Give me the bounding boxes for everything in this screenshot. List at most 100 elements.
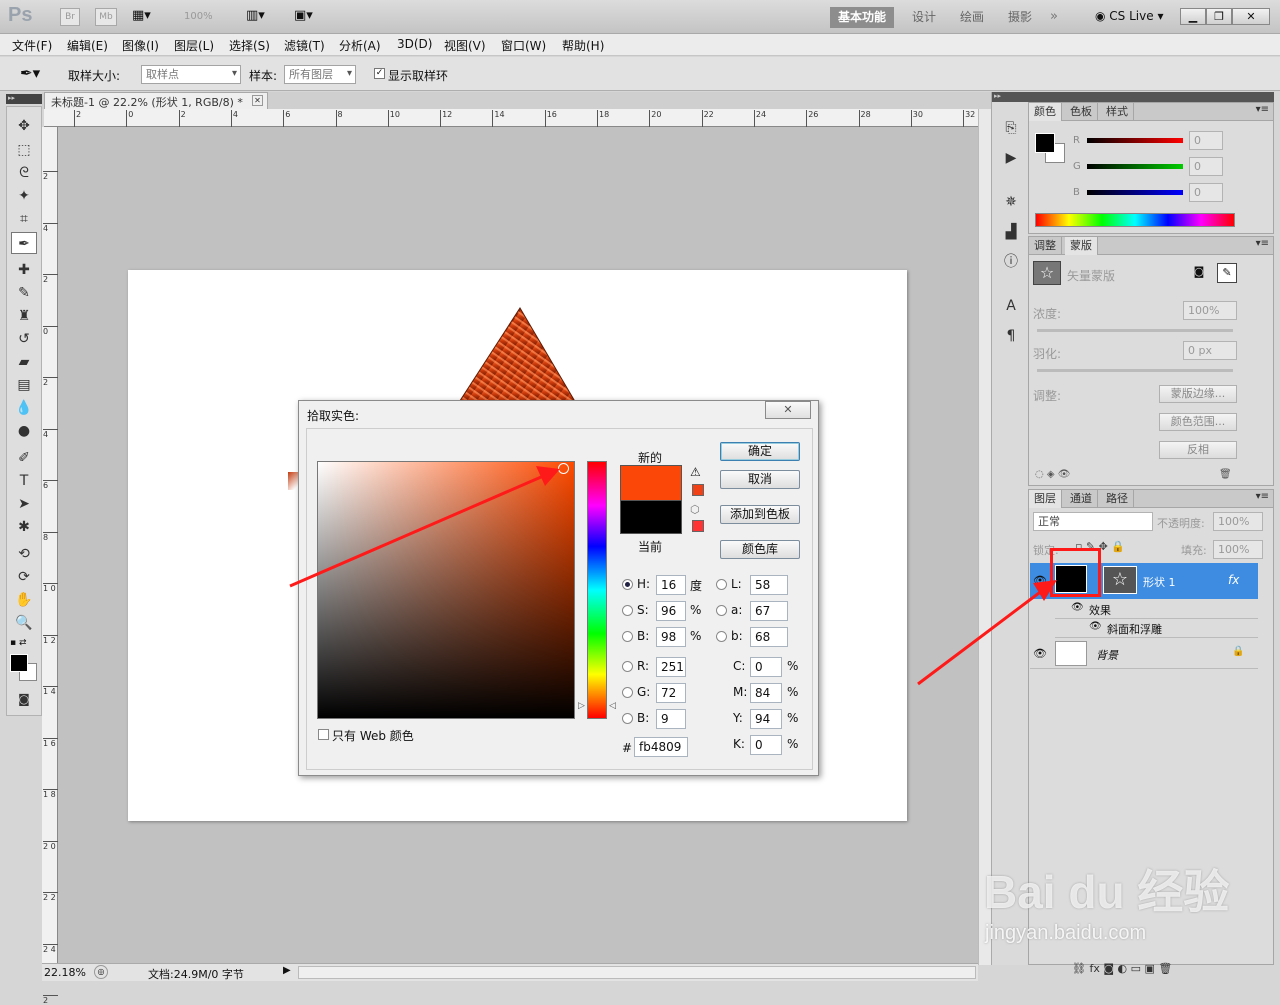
lasso-tool-icon[interactable]: ᘓ: [11, 162, 37, 184]
sample-select[interactable]: 所有图层: [284, 65, 356, 84]
layers-footer-icons[interactable]: ⛓ fx ◙ ◐ ▭ ▣ 🗑: [1072, 962, 1172, 975]
color-r-value[interactable]: 0: [1189, 131, 1223, 150]
invert-button[interactable]: 反相: [1159, 441, 1237, 459]
cancel-button[interactable]: 取消: [720, 470, 800, 489]
color-b-value[interactable]: 0: [1189, 183, 1223, 202]
feather-slider[interactable]: [1037, 369, 1233, 372]
close-icon[interactable]: ✕: [1232, 8, 1270, 25]
vector-mask-thumbnail-star-icon[interactable]: ☆: [1103, 566, 1137, 594]
healing-brush-tool-icon[interactable]: ✚: [11, 259, 37, 281]
blend-mode-select[interactable]: 正常: [1033, 512, 1153, 531]
paragraph-panel-icon[interactable]: ¶: [1000, 326, 1022, 346]
zoom-tool-icon[interactable]: 🔍: [11, 612, 37, 634]
brush-tool-icon[interactable]: ✎: [11, 282, 37, 304]
blue-radio[interactable]: [622, 713, 633, 724]
show-ring-checkbox[interactable]: ✓: [374, 68, 385, 79]
custom-shape-tool-icon[interactable]: ✱: [11, 516, 37, 538]
color-panel-foreground[interactable]: [1035, 133, 1055, 153]
type-tool-icon[interactable]: T: [11, 470, 37, 492]
fill-value[interactable]: 100%: [1213, 540, 1263, 559]
color-b-slider[interactable]: [1087, 190, 1183, 195]
arrange-documents-icon[interactable]: ▥▾: [246, 8, 278, 26]
minimize-icon[interactable]: ▁: [1180, 8, 1206, 25]
menu-edit[interactable]: 编辑(E): [67, 37, 108, 54]
tab-styles[interactable]: 样式: [1101, 103, 1134, 121]
gradient-tool-icon[interactable]: ▤: [11, 374, 37, 396]
move-tool-icon[interactable]: ✥: [11, 115, 37, 137]
bevel-emboss-row[interactable]: 👁 斜面和浮雕: [1055, 619, 1258, 638]
color-field-cursor[interactable]: [558, 463, 569, 474]
tools-panel-header[interactable]: ▸▸: [6, 94, 42, 104]
effects-eye-icon[interactable]: 👁: [1071, 602, 1084, 613]
lab-b-radio[interactable]: [716, 631, 727, 642]
hue-slider-right-arrow[interactable]: ◁: [609, 701, 616, 711]
vertical-scrollbar[interactable]: [978, 109, 991, 965]
history-brush-tool-icon[interactable]: ↺: [11, 328, 37, 350]
r-input[interactable]: 251: [656, 657, 686, 677]
a-input[interactable]: 67: [750, 601, 788, 621]
tab-paths[interactable]: 路径: [1101, 490, 1134, 508]
menu-analysis[interactable]: 分析(A): [339, 37, 381, 54]
dodge-tool-icon[interactable]: ●: [11, 420, 37, 442]
cs-live-menu[interactable]: ◉ CS Live ▾: [1095, 9, 1163, 23]
eyedropper-preset-icon[interactable]: ✒▾: [20, 64, 40, 82]
marquee-tool-icon[interactable]: ⬚: [11, 139, 37, 161]
menu-file[interactable]: 文件(F): [12, 37, 52, 54]
lab-b-input[interactable]: 68: [750, 627, 788, 647]
menu-filter[interactable]: 滤镜(T): [284, 37, 325, 54]
color-range-button[interactable]: 颜色范围...: [1159, 413, 1237, 431]
current-color-swatch[interactable]: [620, 500, 682, 534]
sample-size-select[interactable]: 取样点: [141, 65, 241, 84]
s-radio[interactable]: [622, 605, 633, 616]
g-input[interactable]: 72: [656, 683, 686, 703]
bridge-button[interactable]: Br: [60, 8, 80, 26]
hex-input[interactable]: fb4809: [634, 737, 688, 757]
color-g-slider[interactable]: [1087, 164, 1183, 169]
workspace-design[interactable]: 设计: [904, 7, 944, 28]
menu-layer[interactable]: 图层(L): [174, 37, 214, 54]
layers-panel-menu-icon[interactable]: ▾≡: [1256, 491, 1269, 502]
saturation-brightness-field[interactable]: [317, 461, 575, 719]
color-g-value[interactable]: 0: [1189, 157, 1223, 176]
status-menu-arrow-icon[interactable]: ▶: [283, 965, 291, 976]
s-input[interactable]: 96: [656, 601, 686, 621]
bevel-eye-icon[interactable]: 👁: [1089, 621, 1102, 632]
l-input[interactable]: 58: [750, 575, 788, 595]
layer-effects-row[interactable]: 👁 效果: [1055, 600, 1258, 619]
hue-slider-left-arrow[interactable]: ▷: [578, 701, 585, 711]
h-input[interactable]: 16: [656, 575, 686, 595]
hand-tool-icon[interactable]: ✋: [11, 589, 37, 611]
ok-button[interactable]: 确定: [720, 442, 800, 461]
density-value[interactable]: 100%: [1183, 301, 1237, 320]
pen-tool-icon[interactable]: ✐: [11, 447, 37, 469]
hue-slider[interactable]: [587, 461, 607, 719]
mask-edge-button[interactable]: 蒙版边缘...: [1159, 385, 1237, 403]
feather-value[interactable]: 0 px: [1183, 341, 1237, 360]
color-r-slider[interactable]: [1087, 138, 1183, 143]
character-panel-icon[interactable]: A: [1000, 296, 1022, 316]
web-colors-only-checkbox[interactable]: [318, 729, 329, 740]
history-panel-icon[interactable]: ⎘: [1000, 118, 1022, 138]
k-input[interactable]: 0: [750, 735, 782, 755]
crop-tool-icon[interactable]: ⌗: [11, 208, 37, 230]
path-selection-tool-icon[interactable]: ➤: [11, 493, 37, 515]
navigator-panel-icon[interactable]: ✵: [1000, 192, 1022, 212]
delete-mask-icon[interactable]: 🗑: [1219, 469, 1232, 480]
m-input[interactable]: 84: [750, 683, 782, 703]
r-radio[interactable]: [622, 661, 633, 672]
masks-footer-icons[interactable]: ◌ ◈ 👁: [1035, 469, 1070, 480]
color-libraries-button[interactable]: 颜色库: [720, 540, 800, 559]
layer-visibility-eye-icon[interactable]: 👁: [1033, 574, 1047, 587]
view-extras-icon[interactable]: ▦▾: [132, 8, 164, 26]
layer-fx-icon[interactable]: fx: [1228, 573, 1239, 587]
pixel-mask-icon[interactable]: ◙: [1191, 265, 1207, 281]
masks-panel-menu-icon[interactable]: ▾≡: [1256, 238, 1269, 249]
color-panel-menu-icon[interactable]: ▾≡: [1256, 104, 1269, 115]
histogram-panel-icon[interactable]: ▟: [1000, 222, 1022, 242]
gamut-swatch[interactable]: [692, 484, 704, 496]
quick-mask-icon[interactable]: ◙: [11, 688, 37, 710]
document-tab[interactable]: 未标题-1 @ 22.2% (形状 1, RGB/8) * ✕: [44, 92, 268, 109]
3d-rotate-tool-icon[interactable]: ⟲: [11, 543, 37, 565]
actions-panel-icon[interactable]: ▶: [1000, 148, 1022, 168]
zoom-level-select[interactable]: 100%: [184, 11, 213, 22]
